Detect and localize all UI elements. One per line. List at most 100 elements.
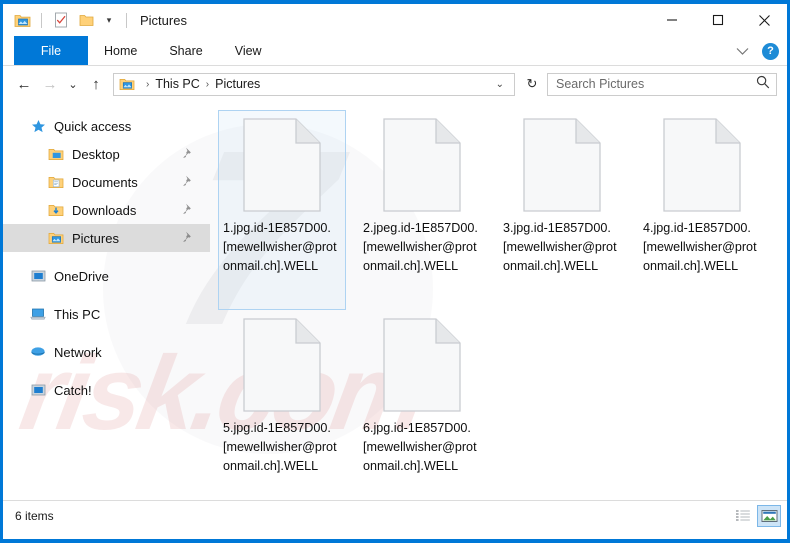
file-item[interactable]: 5.jpg.id-1E857D00.[mewellwisher@protonma… bbox=[218, 310, 346, 510]
file-name: 3.jpg.id-1E857D00.[mewellwisher@protonma… bbox=[503, 221, 617, 273]
address-bar: ← → ⌄ ↑ › This PC › Pictures ⌄ ↻ bbox=[3, 66, 787, 102]
sidebar-item-onedrive[interactable]: OneDrive bbox=[3, 262, 210, 290]
file-name: 6.jpg.id-1E857D00.[mewellwisher@protonma… bbox=[363, 421, 477, 473]
sidebar-item-downloads[interactable]: Downloads bbox=[3, 196, 210, 224]
breadcrumb-folder-icon bbox=[118, 75, 136, 93]
blank-document-icon bbox=[382, 117, 462, 213]
breadcrumb-this-pc[interactable]: This PC bbox=[152, 77, 202, 91]
file-item[interactable]: 4.jpg.id-1E857D00.[mewellwisher@protonma… bbox=[638, 110, 766, 310]
tab-share[interactable]: Share bbox=[153, 36, 218, 65]
minimize-button[interactable] bbox=[649, 4, 695, 36]
sidebar-label: Catch! bbox=[54, 382, 92, 398]
sidebar-label: Pictures bbox=[72, 230, 119, 246]
file-item[interactable]: 6.jpg.id-1E857D00.[mewellwisher@protonma… bbox=[358, 310, 486, 510]
quick-access-toolbar: ▾ bbox=[3, 11, 130, 29]
ribbon-tab-bar: File Home Share View ? bbox=[3, 36, 787, 66]
sidebar-gap-4 bbox=[3, 366, 210, 376]
blank-document-icon bbox=[382, 317, 462, 413]
sidebar-gap-1 bbox=[3, 252, 210, 262]
close-button[interactable] bbox=[741, 4, 787, 36]
sidebar-item-network[interactable]: Network bbox=[3, 338, 210, 366]
back-button[interactable]: ← bbox=[11, 71, 37, 97]
toolbar-separator bbox=[41, 12, 42, 28]
forward-button: → bbox=[42, 75, 58, 93]
explorer-body: Quick access Desktop Documents Downloads… bbox=[3, 102, 787, 500]
desktop-folder-icon bbox=[47, 145, 65, 163]
breadcrumb-separator-1: › bbox=[146, 78, 150, 90]
file-name: 5.jpg.id-1E857D00.[mewellwisher@protonma… bbox=[223, 421, 337, 473]
file-name: 2.jpeg.id-1E857D00.[mewellwisher@protonm… bbox=[363, 221, 478, 273]
new-folder-icon[interactable] bbox=[77, 11, 95, 29]
blank-document-icon bbox=[662, 117, 742, 213]
help-icon[interactable]: ? bbox=[762, 42, 779, 60]
sidebar-gap-2 bbox=[3, 290, 210, 300]
maximize-button[interactable] bbox=[695, 4, 741, 36]
this-pc-icon bbox=[29, 305, 47, 323]
sidebar-label: Quick access bbox=[54, 118, 132, 134]
tab-home[interactable]: Home bbox=[88, 36, 153, 65]
file-item[interactable]: 1.jpg.id-1E857D00.[mewellwisher@protonma… bbox=[218, 110, 346, 310]
documents-folder-icon bbox=[47, 173, 65, 191]
catch-drive-icon bbox=[29, 381, 47, 399]
item-count-label: 6 items bbox=[15, 509, 54, 523]
tab-view[interactable]: View bbox=[219, 36, 278, 65]
star-icon bbox=[29, 117, 47, 135]
large-icons-view-button[interactable] bbox=[757, 505, 781, 527]
blank-document-icon bbox=[522, 117, 602, 213]
pin-icon[interactable] bbox=[183, 175, 194, 190]
breadcrumb[interactable]: › This PC › Pictures ⌄ bbox=[113, 72, 515, 96]
file-item[interactable]: 2.jpeg.id-1E857D00.[mewellwisher@protonm… bbox=[358, 110, 486, 310]
sidebar-label: OneDrive bbox=[54, 268, 109, 284]
status-bar: 6 items bbox=[3, 500, 787, 531]
sidebar-item-documents[interactable]: Documents bbox=[3, 168, 210, 196]
navigation-pane: Quick access Desktop Documents Downloads… bbox=[3, 102, 210, 500]
breadcrumb-separator-2: › bbox=[205, 78, 210, 90]
details-view-button[interactable] bbox=[731, 505, 755, 527]
pictures-folder-icon bbox=[47, 229, 65, 247]
downloads-folder-icon bbox=[47, 201, 65, 219]
tab-file[interactable]: File bbox=[14, 36, 88, 65]
file-name: 1.jpg.id-1E857D00.[mewellwisher@protonma… bbox=[223, 221, 337, 273]
sidebar-item-desktop[interactable]: Desktop bbox=[3, 140, 210, 168]
properties-icon[interactable] bbox=[52, 11, 70, 29]
ribbon-right-controls: ? bbox=[732, 36, 779, 66]
search-input[interactable] bbox=[554, 76, 756, 92]
file-explorer-window: 7 risk.com ▾ Pictures File Home Share Vi… bbox=[0, 0, 790, 543]
sidebar-item-catch[interactable]: Catch! bbox=[3, 376, 210, 404]
title-bar: ▾ Pictures bbox=[3, 4, 787, 36]
file-list-view[interactable]: 1.jpg.id-1E857D00.[mewellwisher@protonma… bbox=[210, 102, 787, 500]
sidebar-item-this-pc[interactable]: This PC bbox=[3, 300, 210, 328]
sidebar-label: Downloads bbox=[72, 202, 137, 218]
pin-icon[interactable] bbox=[183, 231, 194, 246]
view-toggle-group bbox=[731, 505, 781, 527]
breadcrumb-pictures[interactable]: Pictures bbox=[212, 77, 263, 91]
window-controls bbox=[649, 4, 787, 36]
file-name: 4.jpg.id-1E857D00.[mewellwisher@protonma… bbox=[643, 221, 757, 273]
sidebar-label: Network bbox=[54, 344, 102, 360]
blank-document-icon bbox=[242, 317, 322, 413]
network-icon bbox=[29, 343, 47, 361]
recent-locations-icon[interactable]: ⌄ bbox=[63, 71, 83, 97]
up-button[interactable]: ↑ bbox=[83, 71, 109, 97]
search-icon[interactable] bbox=[756, 75, 770, 94]
sidebar-label: Documents bbox=[72, 174, 138, 190]
search-box[interactable] bbox=[547, 72, 777, 96]
sidebar-item-quick-access[interactable]: Quick access bbox=[3, 112, 210, 140]
sidebar-label: This PC bbox=[54, 306, 101, 322]
sidebar-item-pictures[interactable]: Pictures bbox=[3, 224, 210, 252]
blank-document-icon bbox=[242, 117, 322, 213]
onedrive-icon bbox=[29, 267, 47, 285]
file-item[interactable]: 3.jpg.id-1E857D00.[mewellwisher@protonma… bbox=[498, 110, 626, 310]
file-grid: 1.jpg.id-1E857D00.[mewellwisher@protonma… bbox=[218, 110, 787, 510]
breadcrumb-dropdown-icon[interactable]: ⌄ bbox=[490, 79, 510, 90]
refresh-icon[interactable]: ↻ bbox=[521, 76, 543, 92]
pin-icon[interactable] bbox=[183, 203, 194, 218]
pictures-folder-icon[interactable] bbox=[13, 11, 31, 29]
pin-icon[interactable] bbox=[183, 147, 194, 162]
toolbar-separator-2 bbox=[126, 12, 127, 28]
customize-caret-icon[interactable]: ▾ bbox=[102, 11, 116, 29]
chevron-down-icon[interactable] bbox=[732, 41, 752, 61]
sidebar-gap-3 bbox=[3, 328, 210, 338]
window-title: Pictures bbox=[140, 12, 187, 28]
sidebar-label: Desktop bbox=[72, 146, 120, 162]
